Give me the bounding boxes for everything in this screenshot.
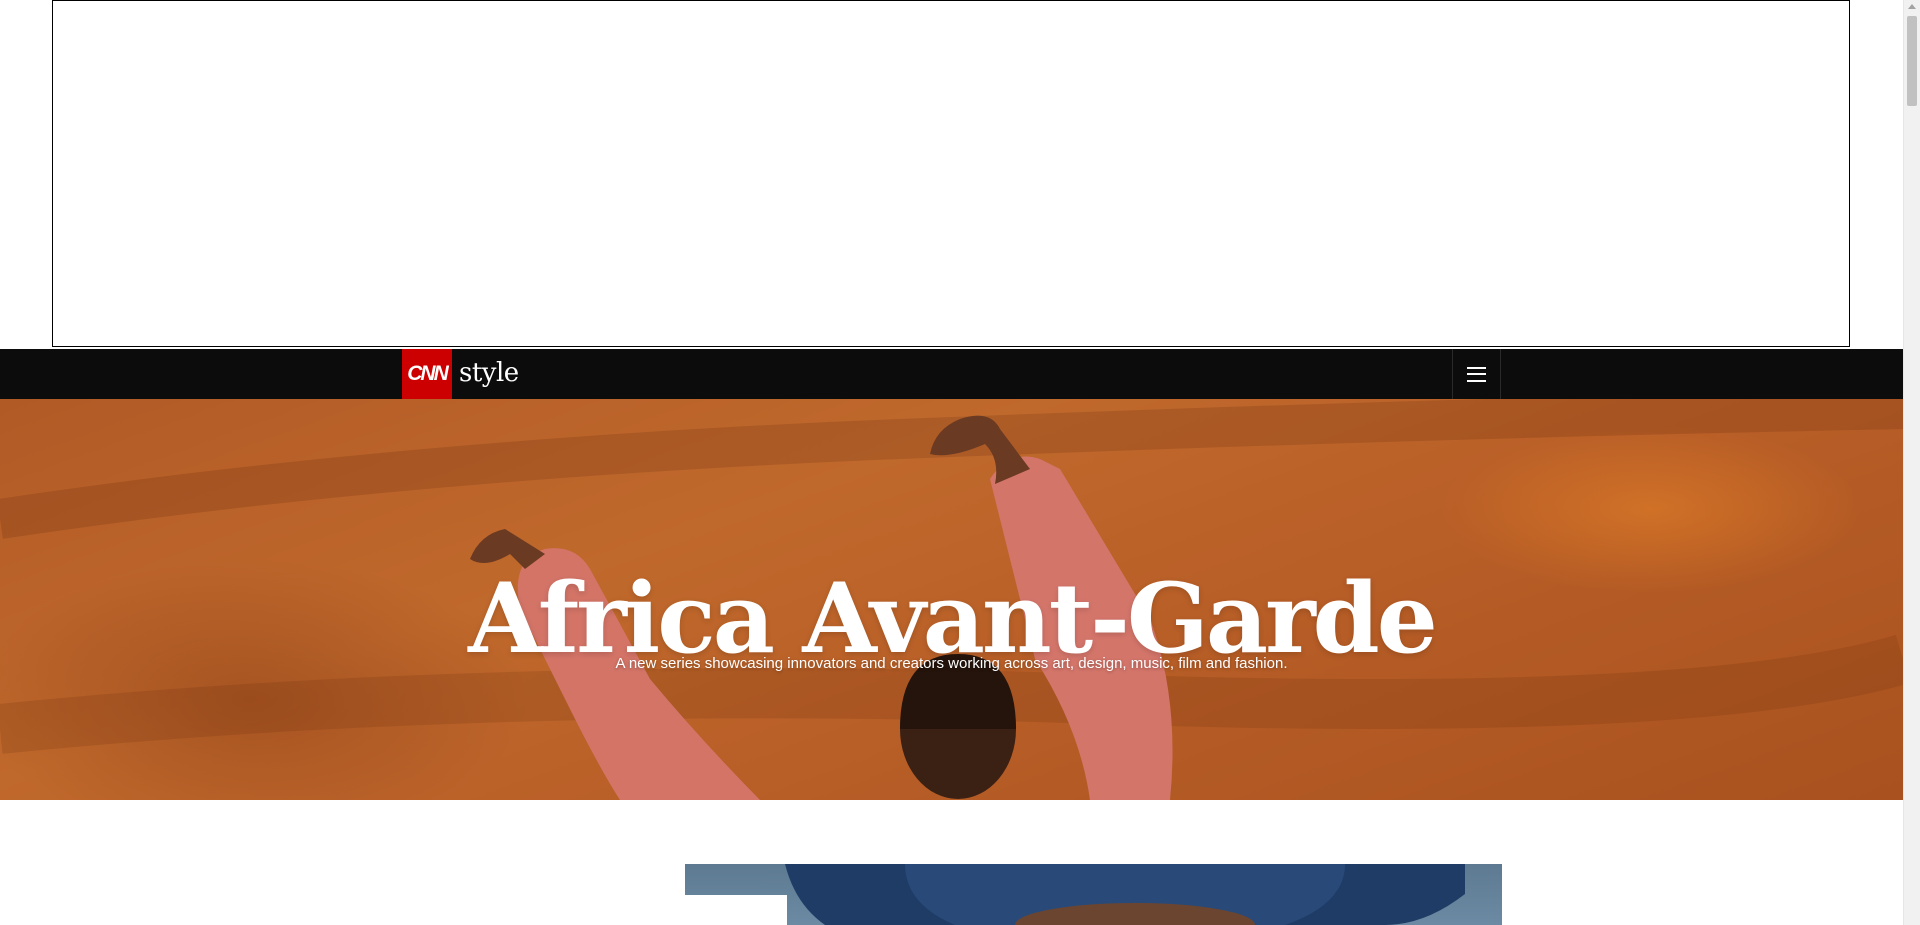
menu-button[interactable]: [1452, 349, 1501, 399]
advertisement-slot[interactable]: [52, 0, 1850, 347]
page: CNN style Africa Avant-Garde A new serie…: [0, 0, 1920, 925]
cnn-logo: CNN: [402, 349, 452, 399]
hero-subtitle: A new series showcasing innovators and c…: [615, 655, 1288, 672]
vertical-scrollbar[interactable]: [1903, 0, 1920, 925]
hero-banner: Africa Avant-Garde A new series showcasi…: [0, 399, 1903, 800]
top-navigation-bar: CNN style: [0, 349, 1903, 399]
section-name-style: style: [459, 358, 519, 388]
cnn-style-home-link[interactable]: CNN style: [402, 349, 519, 399]
feature-article-image[interactable]: [685, 864, 1502, 925]
hero-title: Africa Avant-Garde: [468, 562, 1438, 676]
image-caption-notch: [685, 895, 787, 925]
scrollbar-thumb[interactable]: [1907, 16, 1917, 106]
hamburger-menu-icon: [1467, 366, 1486, 382]
scroll-up-arrow-icon[interactable]: [1908, 4, 1916, 9]
hat-photo: [785, 864, 1465, 925]
